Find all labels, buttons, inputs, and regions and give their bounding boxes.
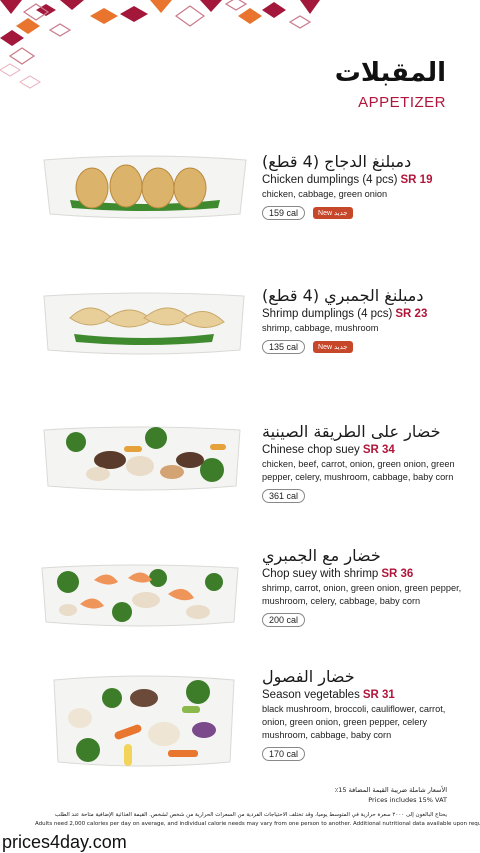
calorie-note-en: Adults need 2,000 calories per day on av… bbox=[35, 821, 480, 827]
shrimp-dumplings-photo bbox=[43, 292, 245, 355]
site-watermark: prices4day.com bbox=[2, 832, 127, 852]
calorie-note-ar: يحتاج البالغون إلى ٢٠٠٠ سعرة حرارية في ا… bbox=[54, 812, 447, 818]
vat-note-en: Prices includes 15% VAT bbox=[368, 796, 447, 804]
calorie-badge: 135 cal bbox=[262, 340, 306, 354]
calorie-badge: 200 cal bbox=[262, 613, 306, 627]
item-name-ar: دمبلنغ الجمبري (4 قطع) bbox=[262, 286, 424, 305]
calorie-badge: 159 cal bbox=[262, 206, 306, 220]
item-name-ar: خضار على الطريقة الصينية bbox=[262, 422, 441, 441]
item-name-en: Chinese chop suey bbox=[262, 444, 360, 456]
new-badge: New جديد bbox=[313, 207, 353, 219]
chop-suey-shrimp-photo bbox=[41, 564, 239, 627]
item-description: chicken, cabbage, green onion bbox=[262, 189, 388, 199]
season-vegetables-photo bbox=[53, 675, 235, 767]
item-price: SR 31 bbox=[362, 689, 395, 701]
vat-note-ar: الأسعار شاملة ضريبة القيمة المضافة 15٪ bbox=[334, 786, 447, 794]
page-title-en: APPETIZER bbox=[358, 94, 446, 111]
calorie-badge: 170 cal bbox=[262, 747, 306, 761]
chinese-chop-suey-photo bbox=[43, 426, 241, 491]
new-badge: New جديد bbox=[313, 341, 353, 353]
item-name-en: Shrimp dumplings (4 pcs) bbox=[262, 308, 393, 320]
item-name-en: Chop suey with shrimp bbox=[262, 568, 379, 580]
item-name-en: Chicken dumplings (4 pcs) bbox=[262, 174, 398, 186]
item-name-en: Season vegetables bbox=[262, 689, 360, 701]
item-description: chicken, beef, carrot, onion, green onio… bbox=[262, 459, 455, 482]
calorie-badge: 361 cal bbox=[262, 489, 306, 503]
page-title-ar: المقبلات bbox=[334, 58, 446, 88]
item-name-ar: خضار مع الجمبري bbox=[262, 546, 381, 565]
decorative-pattern bbox=[0, 0, 320, 89]
item-description: shrimp, cabbage, mushroom bbox=[262, 323, 379, 333]
item-description: black mushroom, broccoli, cauliflower, c… bbox=[262, 704, 446, 740]
item-description: shrimp, carrot, onion, green onion, gree… bbox=[262, 583, 462, 606]
item-price: SR 23 bbox=[395, 308, 428, 320]
item-name-ar: دمبلنغ الدجاج (4 قطع) bbox=[262, 152, 412, 171]
item-price: SR 19 bbox=[400, 174, 433, 186]
item-price: SR 34 bbox=[362, 444, 395, 456]
item-price: SR 36 bbox=[381, 568, 414, 580]
item-name-ar: خضار الفصول bbox=[262, 667, 355, 686]
chicken-dumplings-photo bbox=[43, 155, 247, 219]
